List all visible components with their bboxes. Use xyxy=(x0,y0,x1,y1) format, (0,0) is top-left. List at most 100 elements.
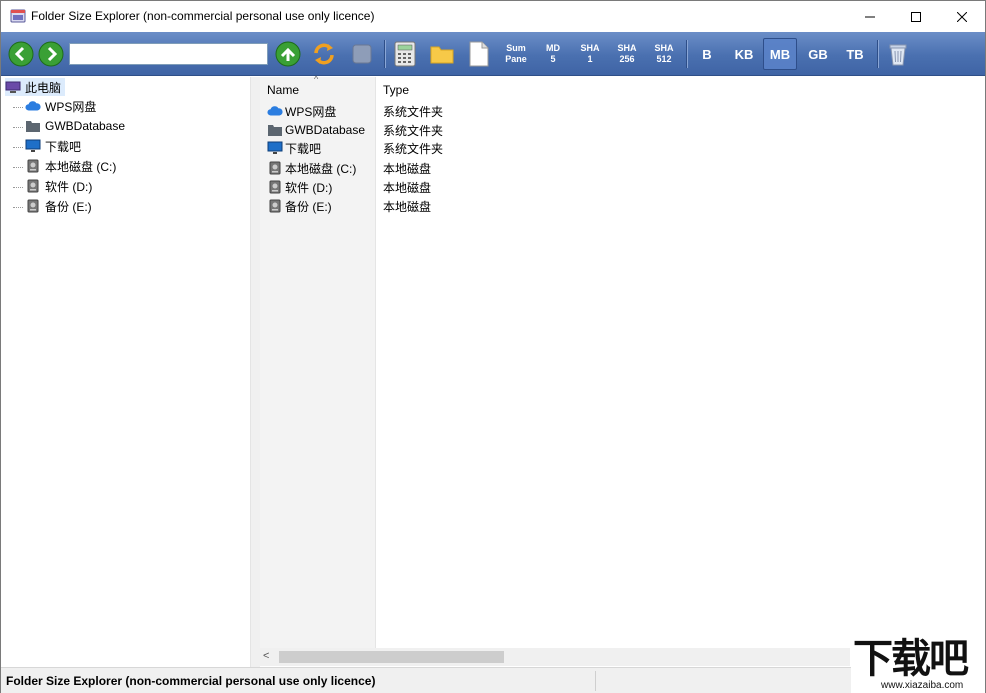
monitor-icon xyxy=(267,140,283,156)
folder-icon xyxy=(430,46,454,64)
tree-connector xyxy=(13,127,23,128)
back-arrow-icon xyxy=(8,41,34,67)
drive-icon xyxy=(267,160,283,176)
stop-button[interactable] xyxy=(348,38,376,70)
list-row-name[interactable]: WPS网盘 xyxy=(267,102,336,120)
monitor-icon xyxy=(25,138,41,154)
path-input[interactable] xyxy=(69,43,268,65)
status-divider xyxy=(595,671,596,691)
sha512-label-2: 512 xyxy=(656,54,672,64)
list-row-name[interactable]: 软件 (D:) xyxy=(267,178,332,196)
back-button[interactable] xyxy=(8,41,34,67)
sum-pane-button[interactable]: Sum Pane xyxy=(498,38,534,70)
drive-icon xyxy=(25,178,41,194)
tree-root-label: 此电脑 xyxy=(25,80,62,95)
computer-icon xyxy=(5,79,21,95)
sha512-button[interactable]: SHA 512 xyxy=(646,38,682,70)
sha512-label-1: SHA xyxy=(654,43,674,53)
tree-connector xyxy=(13,187,23,188)
sum-pane-label-2: Pane xyxy=(505,54,527,64)
column-header-type[interactable]: Type xyxy=(383,83,409,97)
list-row-name[interactable]: GWBDatabase xyxy=(267,121,365,139)
list-row-name[interactable]: 本地磁盘 (C:) xyxy=(267,159,356,177)
md5-label-1: MD xyxy=(546,43,560,53)
md5-button[interactable]: MD 5 xyxy=(535,38,571,70)
folder-icon xyxy=(25,118,41,134)
toolbar: Sum Pane MD 5 SHA 1 SHA 256 SHA 512 B KB MB G… xyxy=(1,32,985,76)
recycle-bin-button[interactable] xyxy=(884,38,912,70)
row-name-label: 软件 (D:) xyxy=(285,180,333,195)
tree-item-wps[interactable]: WPS网盘 xyxy=(25,97,96,115)
row-name-label: 备份 (E:) xyxy=(285,199,332,214)
sha1-button[interactable]: SHA 1 xyxy=(572,38,608,70)
up-button[interactable] xyxy=(275,41,301,67)
tree-connector xyxy=(13,107,23,108)
tree-item-label: 下载吧 xyxy=(45,139,82,154)
tree-item-label: WPS网盘 xyxy=(45,99,97,114)
row-name-label: WPS网盘 xyxy=(285,104,337,119)
toolbar-divider xyxy=(686,40,687,68)
tree-item-drive-e[interactable]: 备份 (E:) xyxy=(25,197,92,215)
drive-icon xyxy=(25,158,41,174)
drive-icon xyxy=(25,198,41,214)
recycle-bin-icon xyxy=(889,44,907,66)
sort-ascending-icon: ^ xyxy=(314,74,319,84)
column-header-name[interactable]: Name xyxy=(267,83,299,97)
tree-item-label: 软件 (D:) xyxy=(45,179,93,194)
refresh-button[interactable] xyxy=(310,38,338,70)
app-icon xyxy=(10,9,26,23)
row-name-label: 本地磁盘 (C:) xyxy=(285,161,357,176)
maximize-button[interactable] xyxy=(893,1,939,32)
tree-item-drive-c[interactable]: 本地磁盘 (C:) xyxy=(25,157,116,175)
stop-icon xyxy=(352,44,372,64)
file-button[interactable] xyxy=(465,38,493,70)
close-button[interactable] xyxy=(939,1,985,32)
window-title: Folder Size Explorer (non-commercial per… xyxy=(31,9,375,23)
watermark-logo: 下载吧 www.xiazaiba.com xyxy=(851,637,985,693)
list-row-type: 本地磁盘 xyxy=(383,180,432,195)
cloud-icon xyxy=(267,103,283,119)
tree-connector xyxy=(13,167,23,168)
tree-item-gwbdatabase[interactable]: GWBDatabase xyxy=(25,117,125,135)
tree-item-xiazaiba[interactable]: 下载吧 xyxy=(25,137,81,155)
calculator-icon xyxy=(394,41,416,67)
tree-splitter[interactable] xyxy=(250,77,260,667)
file-icon xyxy=(469,41,489,67)
folder-button[interactable] xyxy=(428,38,456,70)
tree-item-label: GWBDatabase xyxy=(45,119,126,133)
forward-arrow-icon xyxy=(38,41,64,67)
unit-b-button[interactable]: B xyxy=(690,38,724,70)
sha1-label-1: SHA xyxy=(580,43,600,53)
horizontal-scrollbar[interactable]: < xyxy=(260,648,850,666)
tree-root-this-pc[interactable]: 此电脑 xyxy=(5,78,66,96)
sha1-label-2: 1 xyxy=(587,54,593,64)
drive-icon xyxy=(267,179,283,195)
calculator-button[interactable] xyxy=(391,38,419,70)
watermark-url: www.xiazaiba.com xyxy=(881,680,964,691)
row-name-label: 下载吧 xyxy=(285,141,322,156)
tree-item-label: 备份 (E:) xyxy=(45,199,92,214)
minimize-button[interactable] xyxy=(847,1,893,32)
scrollbar-thumb[interactable] xyxy=(279,651,504,663)
forward-button[interactable] xyxy=(38,41,64,67)
app-window: Folder Size Explorer (non-commercial per… xyxy=(0,0,986,693)
unit-kb-button[interactable]: KB xyxy=(727,38,761,70)
list-row-name[interactable]: 下载吧 xyxy=(267,139,321,157)
scroll-left-icon[interactable]: < xyxy=(263,650,269,662)
tree-item-drive-d[interactable]: 软件 (D:) xyxy=(25,177,92,195)
drive-icon xyxy=(267,198,283,214)
list-row-name[interactable]: 备份 (E:) xyxy=(267,197,332,215)
list-row-type: 系统文件夹 xyxy=(383,141,444,156)
up-arrow-icon xyxy=(275,41,301,67)
unit-tb-button[interactable]: TB xyxy=(838,38,872,70)
unit-mb-button[interactable]: MB xyxy=(763,38,797,70)
status-bar: Folder Size Explorer (non-commercial per… xyxy=(1,667,985,693)
sha256-label-1: SHA xyxy=(617,43,637,53)
toolbar-divider xyxy=(877,40,878,68)
sha256-button[interactable]: SHA 256 xyxy=(609,38,645,70)
unit-gb-button[interactable]: GB xyxy=(801,38,835,70)
folder-icon xyxy=(267,122,283,138)
list-row-type: 系统文件夹 xyxy=(383,123,444,138)
sum-pane-label-1: Sum xyxy=(506,43,526,53)
sha256-label-2: 256 xyxy=(619,54,635,64)
